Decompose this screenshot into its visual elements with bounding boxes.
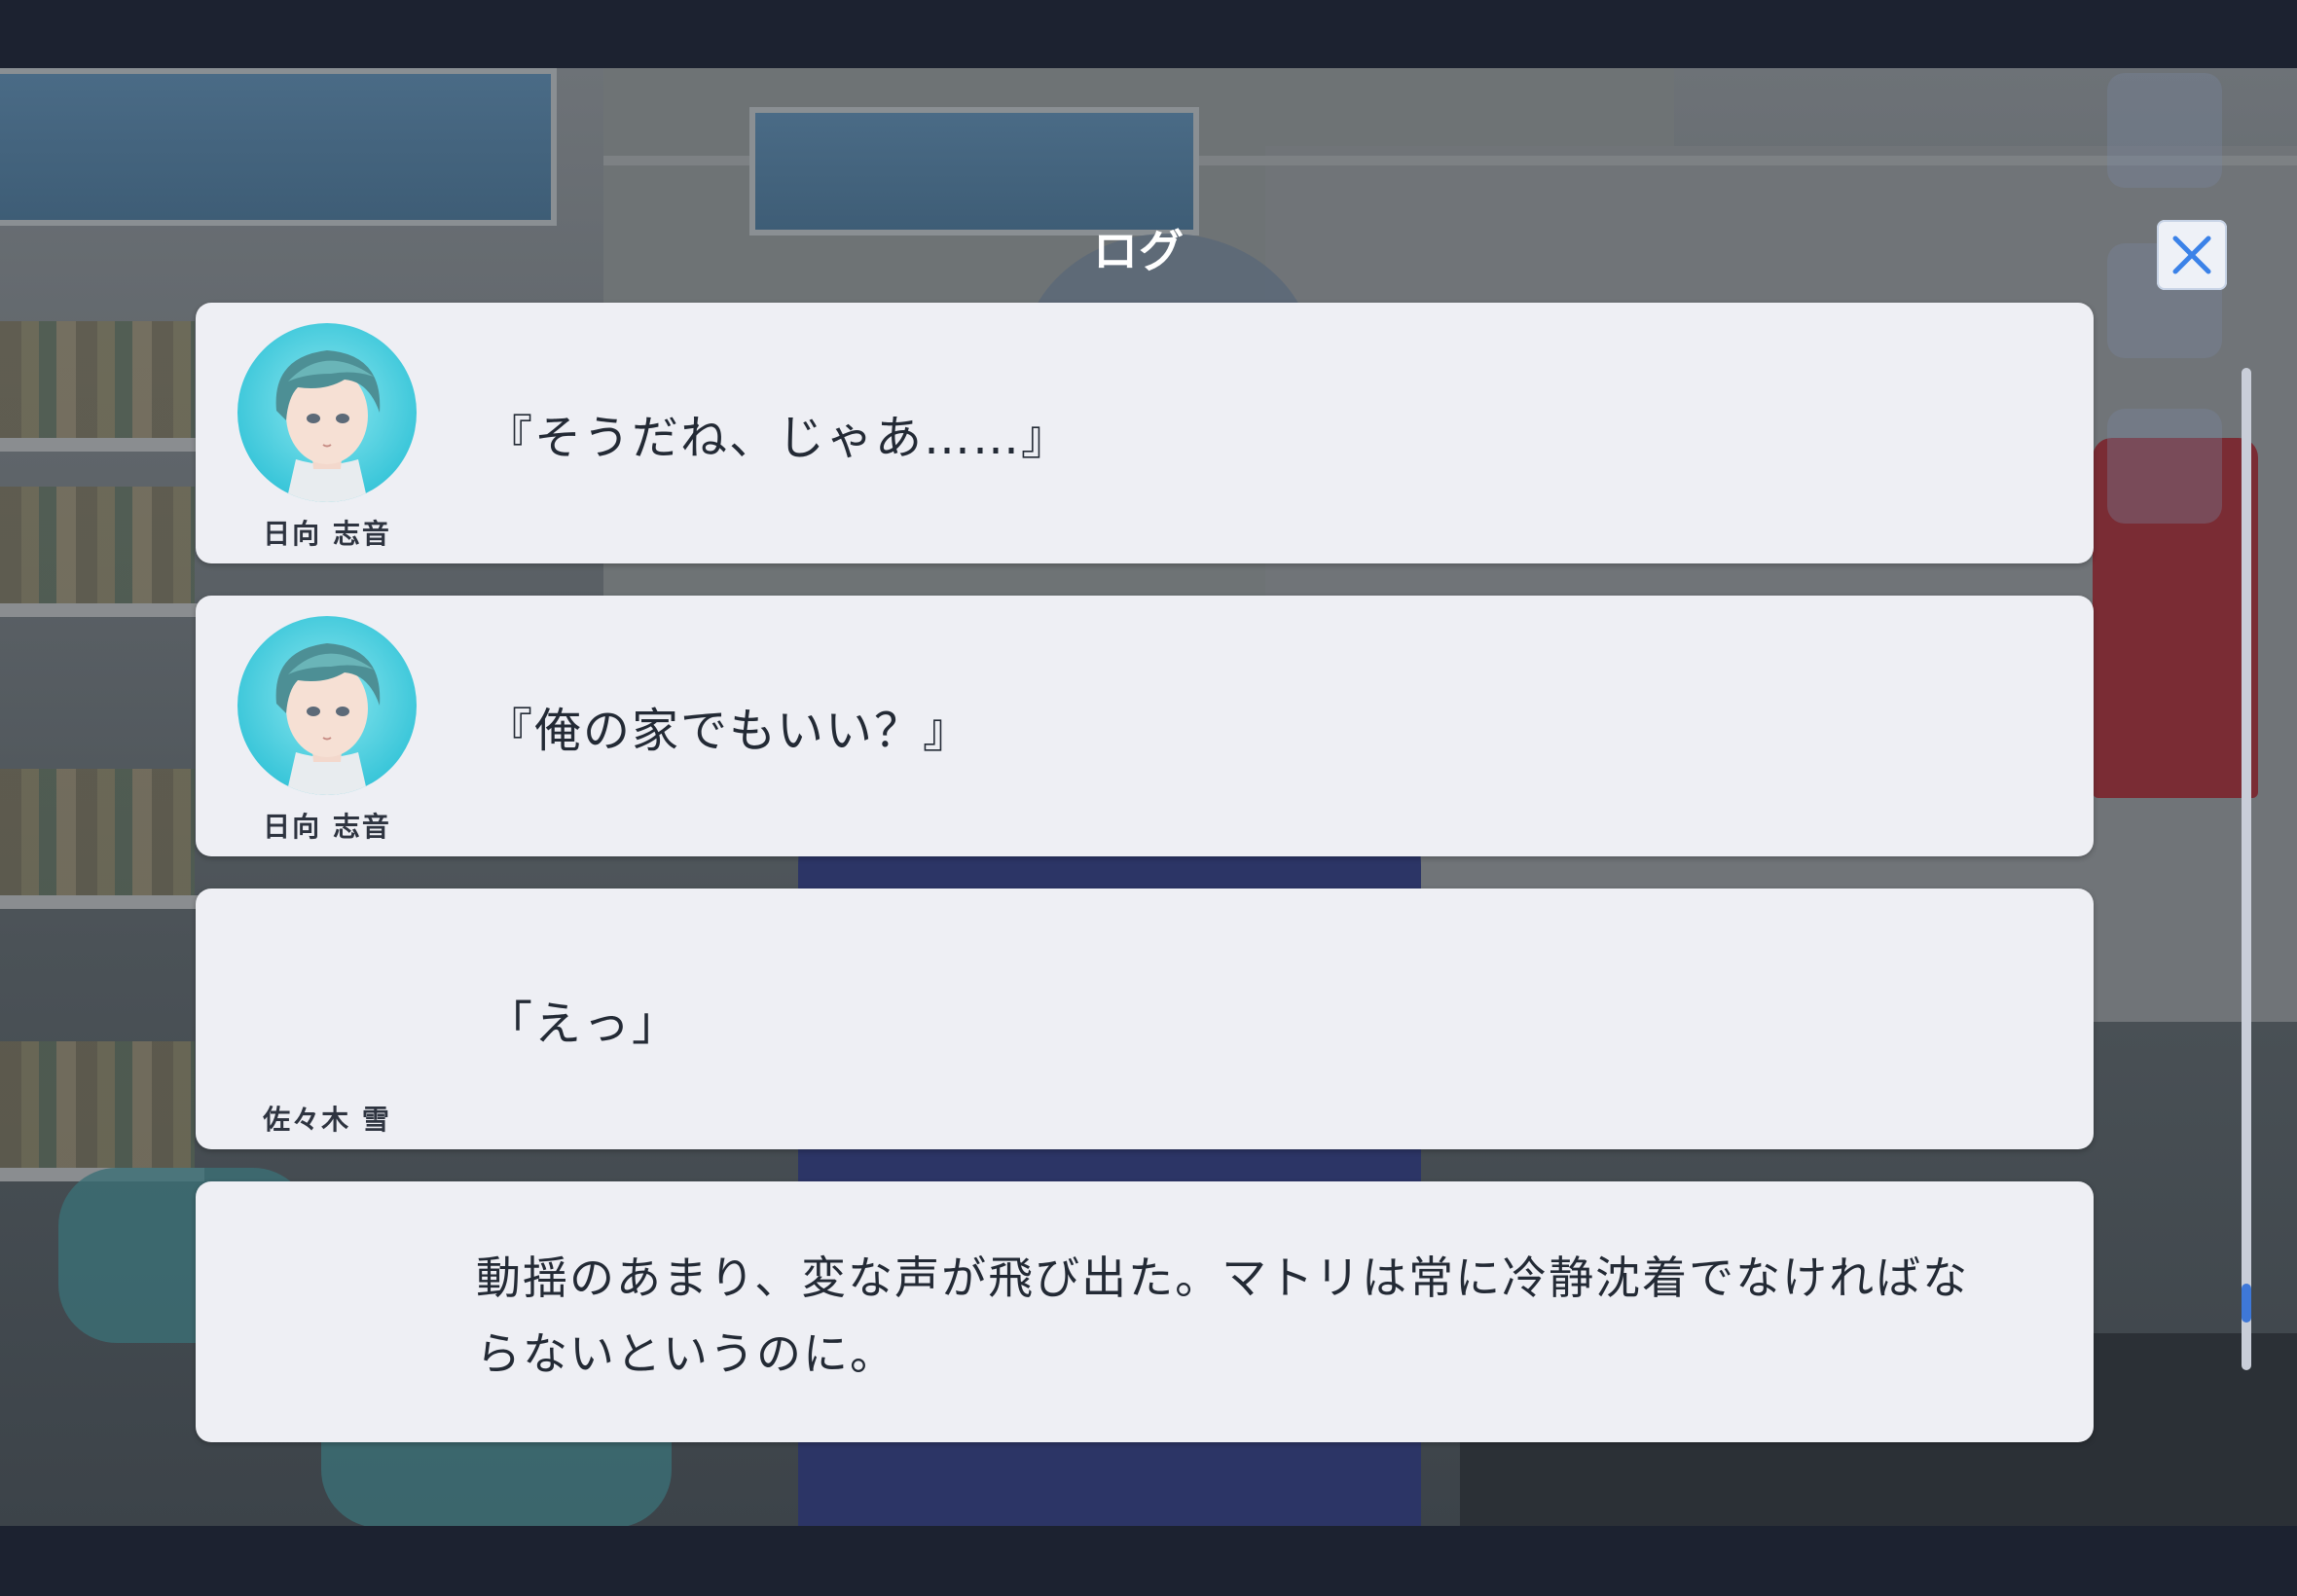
close-button[interactable] xyxy=(2157,220,2227,290)
scene-window xyxy=(0,68,557,226)
dialogue-text: 『俺の家でもいい？』 xyxy=(486,704,972,758)
scene-shelf xyxy=(0,895,204,909)
letterbox-top xyxy=(0,0,2297,68)
close-icon xyxy=(2172,236,2211,274)
scene-books xyxy=(0,1041,195,1168)
scene-shelf xyxy=(0,438,204,452)
scene-books xyxy=(0,487,195,603)
log-entry[interactable]: 動揺のあまり、変な声が飛び出た。マトリは常に冷静沈着でなければならないというのに… xyxy=(196,1181,2094,1442)
character-portrait xyxy=(275,643,381,795)
dialogue-text: 「えっ」 xyxy=(486,997,681,1051)
speaker-name: 日向 志音 xyxy=(263,811,391,843)
log-list[interactable]: 日向 志音 『そうだね、じゃあ……』 日向 志音 『俺の家でもいい？』 佐々木 … xyxy=(196,303,2094,1474)
scrollbar[interactable] xyxy=(2242,368,2251,1370)
narration-text: 動揺のあまり、変な声が飛び出た。マトリは常に冷静沈着でなければならないというのに… xyxy=(476,1251,1970,1380)
log-entry[interactable]: 日向 志音 『俺の家でもいい？』 xyxy=(196,596,2094,856)
letterbox-bottom xyxy=(0,1526,2297,1596)
log-entry[interactable]: 日向 志音 『そうだね、じゃあ……』 xyxy=(196,303,2094,563)
scene-books xyxy=(0,321,195,438)
character-portrait xyxy=(275,350,381,502)
character-avatar xyxy=(237,616,417,795)
log-entry[interactable]: 佐々木 雪 「えっ」 xyxy=(196,889,2094,1149)
menu-button xyxy=(2107,73,2222,188)
speaker-name: 佐々木 雪 xyxy=(263,1104,391,1136)
scene-books xyxy=(0,769,195,895)
dialogue-text: 『そうだね、じゃあ……』 xyxy=(486,411,1071,465)
skip-button xyxy=(2107,409,2222,524)
scrollbar-thumb[interactable] xyxy=(2242,1284,2251,1323)
scene-shelf xyxy=(0,603,204,617)
character-avatar xyxy=(237,323,417,502)
speaker-name: 日向 志音 xyxy=(263,518,391,550)
log-title: ログ xyxy=(1093,225,1185,277)
